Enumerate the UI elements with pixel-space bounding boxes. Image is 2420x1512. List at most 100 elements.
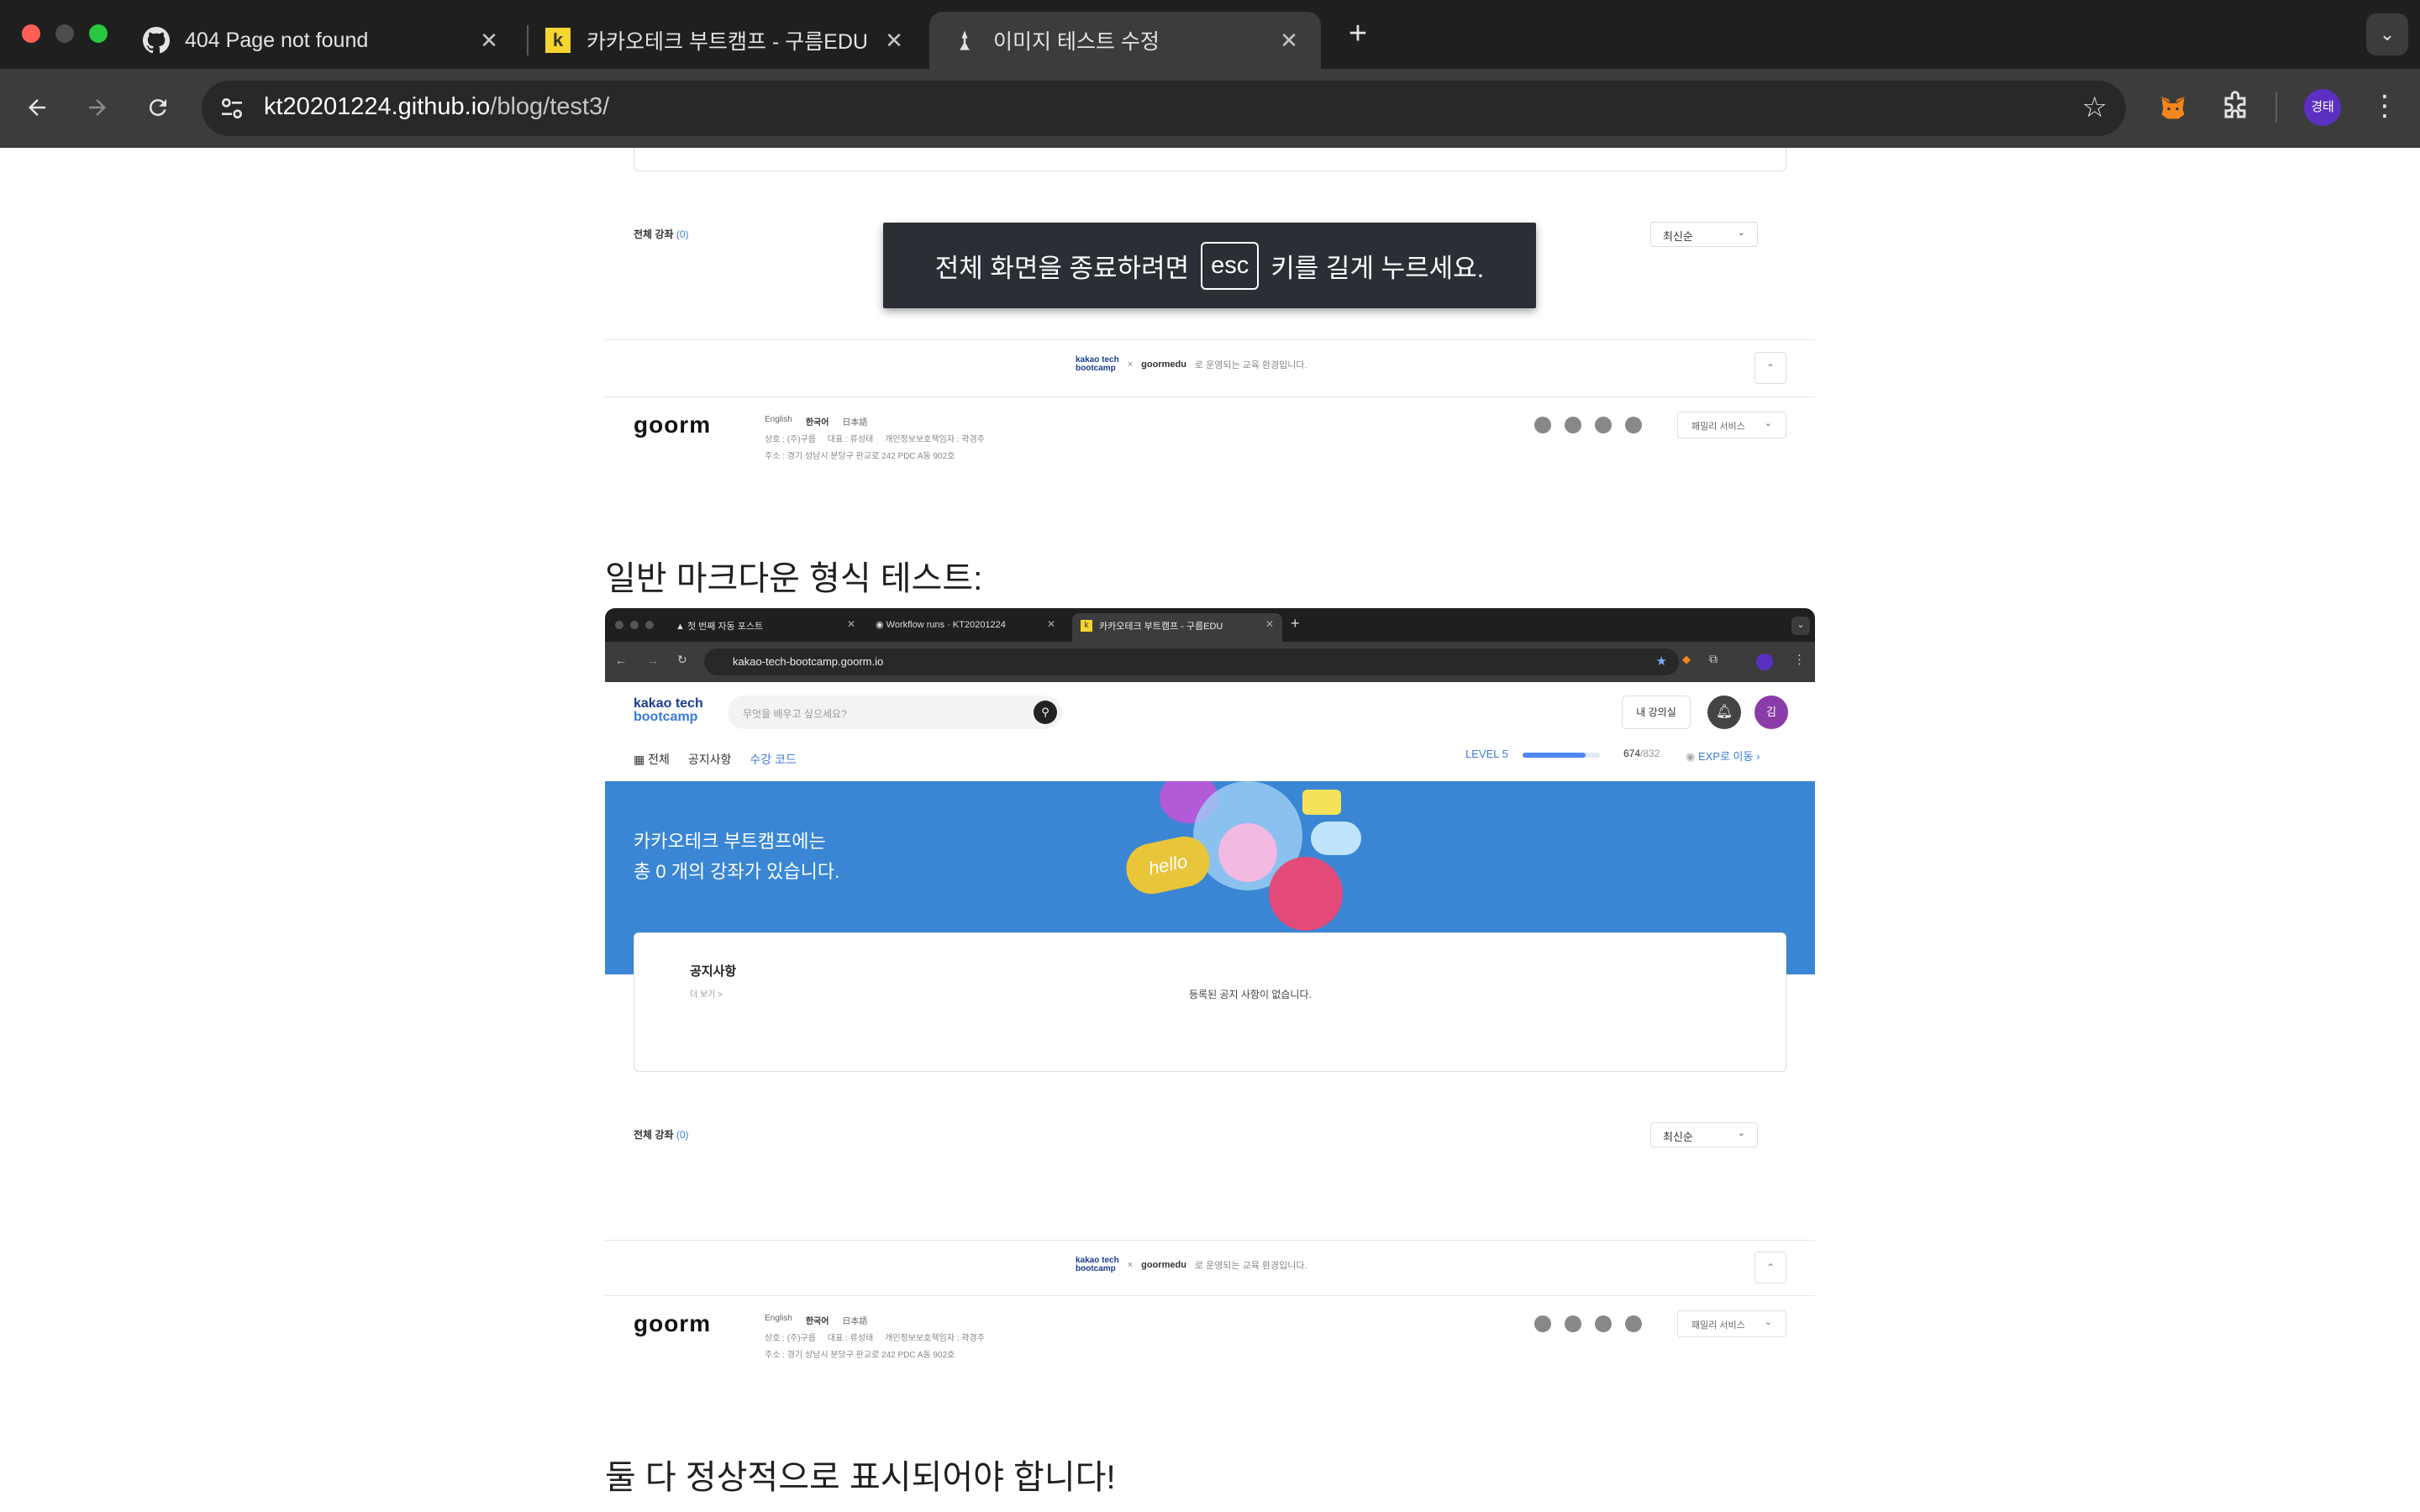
zoom-window-button[interactable] xyxy=(89,24,108,43)
scroll-top-button[interactable]: ⌃ xyxy=(1754,1252,1786,1284)
footer-banner: kakao tech bootcamp × goormedu 로 운영되는 교육 … xyxy=(1076,355,1307,373)
mini-puzzle-icon: ⧉ xyxy=(1709,652,1718,665)
all-courses-heading: 전체 강좌 (0) xyxy=(634,1129,689,1141)
youtube-icon[interactable] xyxy=(1625,1315,1642,1332)
mini-tab-3-active: k 카카오테크 부트캠프 - 구름EDU ✕ xyxy=(1072,613,1282,642)
chevron-up-icon: ⌃ xyxy=(1765,1262,1776,1273)
mini-forward-icon: → xyxy=(647,654,659,667)
lang-korean[interactable]: 한국어 xyxy=(806,1314,829,1326)
language-links: English 한국어 日本語 xyxy=(765,1314,867,1326)
instagram-icon[interactable] xyxy=(1565,417,1581,433)
notice-card-bottom xyxy=(634,148,1786,171)
search-icon[interactable]: ⚲ xyxy=(1034,701,1057,724)
sort-select[interactable]: 최신순 ⌄ xyxy=(1650,1122,1758,1147)
goorm-logo: goorm xyxy=(634,412,712,438)
lang-english[interactable]: English xyxy=(765,1314,792,1326)
company-address: 주소 : 경기 성남시 분당구 판교로 242 PDC A동 902호 xyxy=(765,452,955,461)
hero-illustration: hello xyxy=(1101,781,1361,941)
family-service-select[interactable]: 패밀리 서비스 ⌄ xyxy=(1677,1310,1786,1337)
mini-metamask-icon: ◆ xyxy=(1682,653,1691,665)
facebook-icon[interactable] xyxy=(1534,417,1551,433)
github-icon: ◉ xyxy=(876,620,886,630)
reload-button[interactable] xyxy=(138,87,178,128)
instagram-icon[interactable] xyxy=(1565,1315,1581,1332)
notice-card: 공지사항 더 보기 > 등록된 공지 사항이 없습니다. xyxy=(634,932,1786,1072)
kebab-menu-icon[interactable]: ⋮ xyxy=(2370,87,2400,128)
hero-text: 카카오테크 부트캠프에는 총 0 개의 강좌가 있습니다. xyxy=(634,831,840,882)
hello-sticker: hello xyxy=(1121,832,1215,899)
metamask-extension-icon[interactable] xyxy=(2156,91,2190,124)
bookmark-star-icon[interactable]: ☆ xyxy=(2082,93,2107,122)
kakao-k-icon: k xyxy=(1081,620,1092,632)
lang-japanese[interactable]: 日本語 xyxy=(842,1314,867,1326)
divider xyxy=(605,339,1815,340)
jekyll-icon xyxy=(951,27,978,54)
nav-all[interactable]: ▦ 전체 xyxy=(634,751,670,768)
mini-tab-bar: ▲ 첫 번째 자동 포스트 ✕ ◉ Workflow runs · KT2020… xyxy=(605,608,1815,642)
address-bar[interactable]: kt20201224.github.io/blog/test3/ ☆ xyxy=(202,81,2126,136)
course-search-input[interactable]: 무엇을 배우고 싶으세요? ⚲ xyxy=(728,696,1062,729)
mini-toolbar: ← → ↻ kakao-tech-bootcamp.goorm.io ★ ◆ ⧉… xyxy=(605,642,1815,682)
notification-bell-icon[interactable]: 🔔︎ xyxy=(1707,696,1741,729)
lang-english[interactable]: English xyxy=(765,415,792,428)
mini-reload-icon: ↻ xyxy=(677,653,687,666)
sort-select[interactable]: 최신순 ⌄ xyxy=(1650,222,1758,247)
back-button[interactable] xyxy=(17,87,57,128)
mini-tab-1: ▲ 첫 번째 자동 포스트 xyxy=(676,622,764,632)
facebook-icon[interactable] xyxy=(1534,1315,1551,1332)
lang-korean[interactable]: 한국어 xyxy=(806,415,829,428)
tab-404[interactable]: 404 Page not found ✕ xyxy=(121,12,521,69)
site-nav: ▦ 전체 공지사항 수강 코드 xyxy=(634,751,797,768)
company-address: 주소 : 경기 성남시 분당구 판교로 242 PDC A동 902호 xyxy=(765,1351,955,1360)
grid-icon: ▦ xyxy=(634,753,649,766)
close-tab-icon[interactable]: ✕ xyxy=(476,27,502,54)
markdown-heading: 일반 마크다운 형식 테스트: xyxy=(605,560,983,597)
close-window-button[interactable] xyxy=(22,24,40,43)
github-icon xyxy=(143,27,170,54)
blog-icon[interactable] xyxy=(1595,1315,1612,1332)
kakao-k-icon: k xyxy=(544,27,571,54)
nav-enroll-code[interactable]: 수강 코드 xyxy=(750,751,796,768)
nav-notice[interactable]: 공지사항 xyxy=(688,751,732,768)
profile-avatar[interactable]: 경태 xyxy=(2304,89,2341,126)
chevron-down-icon: ⌄ xyxy=(1737,228,1745,238)
close-tab-icon[interactable]: ✕ xyxy=(881,27,908,54)
notice-more-link[interactable]: 더 보기 > xyxy=(690,987,723,1000)
scroll-top-button[interactable]: ⌃ xyxy=(1754,352,1786,384)
divider xyxy=(605,396,1815,397)
divider xyxy=(605,1240,1815,1241)
family-service-select[interactable]: 패밀리 서비스 ⌄ xyxy=(1677,412,1786,438)
esc-key-badge: esc xyxy=(1201,241,1260,290)
my-classroom-button[interactable]: 내 강의실 xyxy=(1622,696,1691,729)
chevron-up-icon: ⌃ xyxy=(1765,362,1776,374)
new-tab-button[interactable]: + xyxy=(1339,17,1376,54)
tab-search-button[interactable]: ⌄ xyxy=(2366,13,2408,55)
kakao-bootcamp-logo: kakao tech bootcamp xyxy=(1076,1256,1119,1273)
tab-kakao-bootcamp[interactable]: k 카카오테크 부트캠프 - 구름EDU ✕ xyxy=(523,12,926,69)
site-header: kakao tech bootcamp 무엇을 배우고 싶으세요? ⚲ 내 강의실… xyxy=(605,682,1815,781)
tab-image-test[interactable]: 이미지 테스트 수정 ✕ xyxy=(929,12,1321,69)
lightbulb-icon xyxy=(1269,857,1343,931)
chevron-down-icon: ⌄ xyxy=(1764,418,1772,428)
notice-empty-text: 등록된 공지 사항이 없습니다. xyxy=(1189,989,1312,1000)
exp-link[interactable]: ◉ EXP로 이동 › xyxy=(1686,748,1760,764)
chevron-down-icon: ⌄ xyxy=(1737,1128,1745,1138)
exp-progress-bar xyxy=(1523,753,1600,758)
goorm-logo: goorm xyxy=(634,1310,712,1336)
footer-banner: kakao tech bootcamp × goormedu 로 운영되는 교육 … xyxy=(1076,1256,1307,1273)
kakao-tech-bootcamp-logo[interactable]: kakao tech bootcamp xyxy=(634,697,703,724)
user-avatar[interactable]: 김 xyxy=(1754,696,1788,729)
lang-japanese[interactable]: 日本語 xyxy=(842,415,867,428)
notice-title: 공지사항 xyxy=(690,964,737,979)
forward-button[interactable] xyxy=(77,87,118,128)
close-tab-icon[interactable]: ✕ xyxy=(1276,27,1302,54)
youtube-icon[interactable] xyxy=(1625,417,1642,433)
site-info-icon[interactable] xyxy=(218,95,245,126)
extensions-puzzle-icon[interactable] xyxy=(2217,89,2254,126)
chevron-down-icon: ⌄ xyxy=(2379,24,2396,45)
toolbar-divider xyxy=(2275,92,2277,123)
kakao-bootcamp-logo: kakao tech bootcamp xyxy=(1076,355,1119,373)
all-courses-heading: 전체 강좌 (0) xyxy=(634,228,689,240)
minimize-window-button[interactable] xyxy=(55,24,74,43)
blog-icon[interactable] xyxy=(1595,417,1612,433)
